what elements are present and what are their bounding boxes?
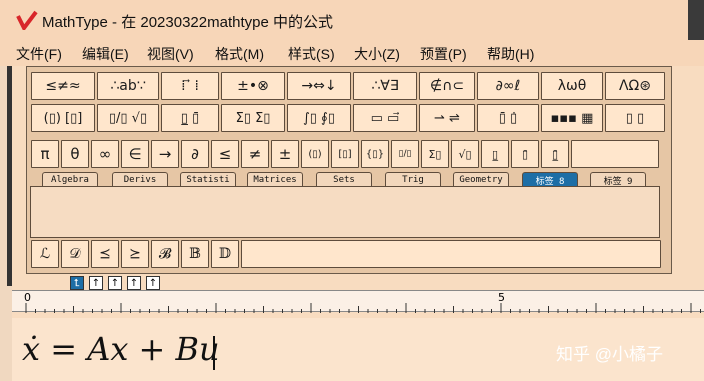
symbol-plusminus-button[interactable]: ± xyxy=(271,140,299,168)
tab-label-8[interactable]: 标签 8 xyxy=(522,172,578,187)
formula-text[interactable]: ẋ = Ax + Bu xyxy=(22,330,220,368)
symbol-script-b-button[interactable]: 𝓑 xyxy=(151,240,179,268)
palette-logic-button[interactable]: ∴∀∃ xyxy=(353,72,417,100)
symbol-arrow-button[interactable]: → xyxy=(151,140,179,168)
template-braces-button[interactable]: {▯} xyxy=(361,140,389,168)
palette-embellishments-button[interactable]: ⁞ ⃗ ⁞ xyxy=(161,72,219,100)
palette-scripts-button[interactable]: ▯̲ ▯̄ xyxy=(161,104,219,132)
menu-edit[interactable]: 编辑(E) xyxy=(82,44,129,64)
symbol-pi-button[interactable]: π xyxy=(31,140,59,168)
tab-sets[interactable]: Sets xyxy=(316,172,372,187)
window-edge xyxy=(688,0,704,40)
menu-help[interactable]: 帮助(H) xyxy=(487,44,534,64)
tab-geometry[interactable]: Geometry xyxy=(453,172,509,187)
symbol-script-l-button[interactable]: ℒ xyxy=(31,240,59,268)
left-margin xyxy=(0,66,12,381)
ruler: 0 5 xyxy=(12,290,704,313)
symbol-infinity-button[interactable]: ∞ xyxy=(91,140,119,168)
palette-fences-button[interactable]: (▯) [▯] xyxy=(31,104,95,132)
empty-slot xyxy=(241,240,661,268)
template-parens-button[interactable]: (▯) xyxy=(301,140,329,168)
tab-derivs[interactable]: Derivs xyxy=(112,172,168,187)
symbol-element-of-button[interactable]: ∈ xyxy=(121,140,149,168)
menu-view[interactable]: 视图(V) xyxy=(147,44,194,64)
template-subsup-button[interactable]: ▯̲̄ xyxy=(541,140,569,168)
tab-content-area xyxy=(30,186,660,238)
palette-greek-lower-button[interactable]: λωθ xyxy=(541,72,603,100)
empty-slot xyxy=(571,140,659,168)
palette-boxes-button[interactable]: ▯ ▯ xyxy=(605,104,665,132)
symbol-double-d-button[interactable]: 𝔻 xyxy=(211,240,239,268)
template-sqrt-button[interactable]: √▯ xyxy=(451,140,479,168)
tab-trig[interactable]: Trig xyxy=(385,172,441,187)
text-caret xyxy=(213,336,215,370)
symbol-theta-button[interactable]: θ xyxy=(61,140,89,168)
palette-greek-upper-button[interactable]: ΛΩ⊛ xyxy=(605,72,665,100)
palette-operators-button[interactable]: ±•⊗ xyxy=(221,72,285,100)
palette-arrows-button[interactable]: →⇔↓ xyxy=(287,72,351,100)
palette-integrals-button[interactable]: ∫▯ ∮▯ xyxy=(287,104,351,132)
align-center-icon[interactable]: ↑ xyxy=(89,276,103,290)
watermark: 知乎 @小橘子 xyxy=(556,345,663,364)
tab-statistics[interactable]: Statisti xyxy=(180,172,236,187)
symbol-preceq-button[interactable]: ⪯ xyxy=(91,240,119,268)
palette-bars-button[interactable]: ▭ ▭⃗ xyxy=(353,104,417,132)
template-subscript-button[interactable]: ▯̲ xyxy=(481,140,509,168)
template-fraction-button[interactable]: ▯/▯ xyxy=(391,140,419,168)
align-right-icon[interactable]: ↑ xyxy=(108,276,122,290)
symbol-script-d-button[interactable]: 𝒟 xyxy=(61,240,89,268)
symbol-leq-button[interactable]: ≤ xyxy=(211,140,239,168)
menu-preferences[interactable]: 预置(P) xyxy=(420,44,467,64)
align-equals-icon[interactable]: ↑ xyxy=(127,276,141,290)
menu-file[interactable]: 文件(F) xyxy=(16,44,62,64)
tab-label-9[interactable]: 标签 9 xyxy=(590,172,646,187)
symbol-double-b-button[interactable]: 𝔹 xyxy=(181,240,209,268)
ruler-mark-0: 0 xyxy=(24,291,31,304)
symbol-neq-button[interactable]: ≠ xyxy=(241,140,269,168)
tab-algebra[interactable]: Algebra xyxy=(42,172,98,187)
palette-misc-button[interactable]: ∂∞ℓ xyxy=(477,72,539,100)
palette-products-button[interactable]: ▯̄ ▯̇ xyxy=(477,104,539,132)
template-brackets-button[interactable]: [▯] xyxy=(331,140,359,168)
template-sum-button[interactable]: Σ▯ xyxy=(421,140,449,168)
menu-format[interactable]: 格式(M) xyxy=(215,44,264,64)
palette-sets-button[interactable]: ∉∩⊂ xyxy=(419,72,475,100)
symbol-succeq-button[interactable]: ⪰ xyxy=(121,240,149,268)
align-decimal-icon[interactable]: ↑ xyxy=(146,276,160,290)
menu-style[interactable]: 样式(S) xyxy=(288,44,335,64)
palette-fractions-button[interactable]: ▯/▯ √▯ xyxy=(97,104,159,132)
palette-sums-button[interactable]: Σ▯ Σ▯ xyxy=(221,104,285,132)
palette-spaces-button[interactable]: ∴ab∵ xyxy=(97,72,159,100)
tab-matrices[interactable]: Matrices xyxy=(247,172,303,187)
palette-matrices-button[interactable]: ▪▪▪ ▦ xyxy=(541,104,603,132)
palette-labeled-arrows-button[interactable]: ⇀ ⇌ xyxy=(419,104,475,132)
align-left-icon[interactable]: ⮤ xyxy=(70,276,84,290)
window-title: MathType - 在 20230322mathtype 中的公式 xyxy=(42,14,333,31)
mathtype-logo-icon xyxy=(16,10,38,30)
ruler-mark-5: 5 xyxy=(498,291,505,304)
palette-relations-button[interactable]: ≤≠≈ xyxy=(31,72,95,100)
symbol-partial-button[interactable]: ∂ xyxy=(181,140,209,168)
template-superscript-button[interactable]: ▯̄ xyxy=(511,140,539,168)
menu-size[interactable]: 大小(Z) xyxy=(354,44,400,64)
